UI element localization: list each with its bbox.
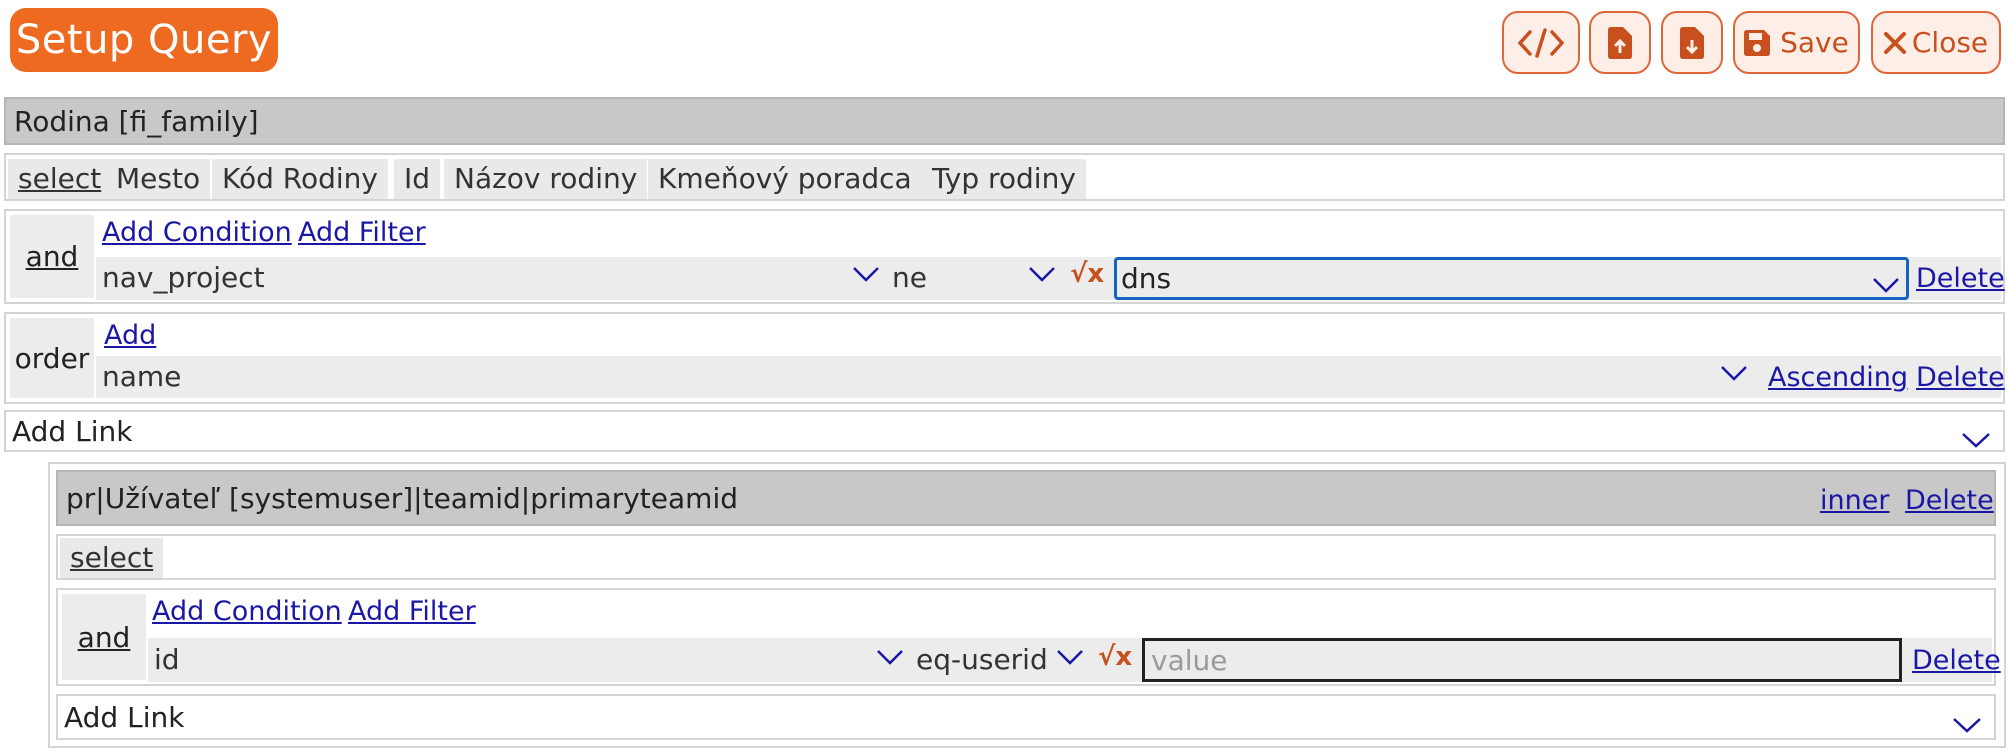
formula-icon[interactable]: √x: [1070, 259, 1104, 289]
header: Setup Query Save Close: [0, 0, 2010, 96]
link-add-link-label: Add Link: [64, 700, 185, 734]
view-code-button[interactable]: [1502, 11, 1580, 74]
link-title-bar: pr|Užívateľ [systemuser]|teamid|primaryt…: [56, 470, 1996, 526]
link-condition-field-select[interactable]: id: [154, 643, 180, 676]
entity-title-bar: Rodina [fi_family]: [4, 97, 2005, 145]
link-select-link[interactable]: select: [60, 538, 164, 578]
save-label: Save: [1780, 26, 1849, 59]
condition-value: dns: [1121, 262, 1172, 295]
link-filter-operator-toggle[interactable]: and: [62, 594, 146, 680]
entity-select-link[interactable]: select: [8, 159, 112, 199]
entity-order-block: order Add name Ascending Delete: [4, 312, 2005, 404]
delete-order-link[interactable]: Delete: [1916, 362, 2005, 393]
join-type-link[interactable]: inner: [1820, 485, 1889, 516]
add-order-link[interactable]: Add: [104, 320, 156, 351]
close-button[interactable]: Close: [1871, 11, 2001, 74]
entity-title: Rodina [fi_family]: [14, 104, 259, 138]
add-link-label: Add Link: [12, 414, 133, 448]
page-title[interactable]: Setup Query: [10, 8, 278, 72]
filter-operator-toggle[interactable]: and: [10, 215, 94, 298]
link-entity-block: pr|Užívateľ [systemuser]|teamid|primaryt…: [48, 462, 2006, 748]
link-delete-condition-link[interactable]: Delete: [1912, 645, 2001, 676]
column-chip[interactable]: Názov rodiny: [444, 159, 648, 199]
chevron-down-icon[interactable]: [1056, 648, 1084, 670]
link-condition-row: id eq-userid √x Delete: [148, 638, 2001, 682]
link-filter-block: and Add Condition Add Filter id eq-useri…: [56, 588, 2001, 686]
chevron-down-icon[interactable]: [876, 648, 904, 670]
column-chip[interactable]: Kód Rodiny: [212, 159, 388, 199]
upload-button[interactable]: [1589, 11, 1651, 74]
chevron-down-icon[interactable]: [852, 265, 880, 287]
condition-row: nav_project ne √x dns Delete: [96, 257, 2005, 300]
column-chip[interactable]: Typ rodiny: [922, 159, 1086, 199]
delete-condition-link[interactable]: Delete: [1916, 263, 2005, 294]
condition-operator-select[interactable]: ne: [892, 261, 927, 294]
delete-link-link[interactable]: Delete: [1905, 485, 1994, 516]
code-icon: [1518, 27, 1564, 58]
formula-icon[interactable]: √x: [1098, 642, 1132, 672]
add-condition-link[interactable]: Add Condition: [102, 217, 292, 248]
link-title: pr|Užívateľ [systemuser]|teamid|primaryt…: [66, 481, 738, 515]
add-link-select[interactable]: Add Link: [4, 410, 2005, 452]
chevron-down-icon[interactable]: [1028, 265, 1056, 287]
close-label: Close: [1911, 26, 1989, 59]
condition-field-select[interactable]: nav_project: [102, 261, 265, 294]
order-row: name Ascending Delete: [96, 356, 2005, 398]
link-add-condition-link[interactable]: Add Condition: [152, 596, 342, 627]
link-select-row: select: [56, 534, 1996, 580]
condition-value-select[interactable]: dns: [1114, 257, 1909, 300]
link-condition-value-input[interactable]: [1142, 638, 1902, 682]
add-filter-link[interactable]: Add Filter: [298, 217, 426, 248]
save-icon: [1744, 29, 1771, 56]
close-icon: [1883, 31, 1906, 54]
entity-filter-block: and Add Condition Add Filter nav_project…: [4, 209, 2005, 304]
link-add-link-select[interactable]: Add Link: [56, 694, 1996, 740]
chevron-down-icon: [1952, 708, 1982, 741]
download-button[interactable]: [1661, 11, 1723, 74]
entity-select-row: select Mesto Kód Rodiny Id Názov rodiny …: [4, 153, 2005, 201]
link-add-filter-link[interactable]: Add Filter: [348, 596, 476, 627]
order-field-select[interactable]: name: [102, 360, 181, 393]
order-direction-link[interactable]: Ascending: [1768, 362, 1908, 393]
save-button[interactable]: Save: [1733, 11, 1860, 74]
column-chip[interactable]: Kmeňový poradca: [648, 159, 922, 199]
file-upload-icon: [1608, 26, 1632, 59]
file-download-icon: [1680, 26, 1704, 59]
chevron-down-icon: [1872, 268, 1900, 301]
column-chip[interactable]: Id: [394, 159, 441, 199]
link-condition-operator-select[interactable]: eq-userid: [916, 643, 1048, 676]
chevron-down-icon[interactable]: [1720, 364, 1748, 386]
order-label: order: [10, 318, 94, 398]
column-chip[interactable]: Mesto: [106, 159, 211, 199]
chevron-down-icon: [1961, 423, 1991, 456]
